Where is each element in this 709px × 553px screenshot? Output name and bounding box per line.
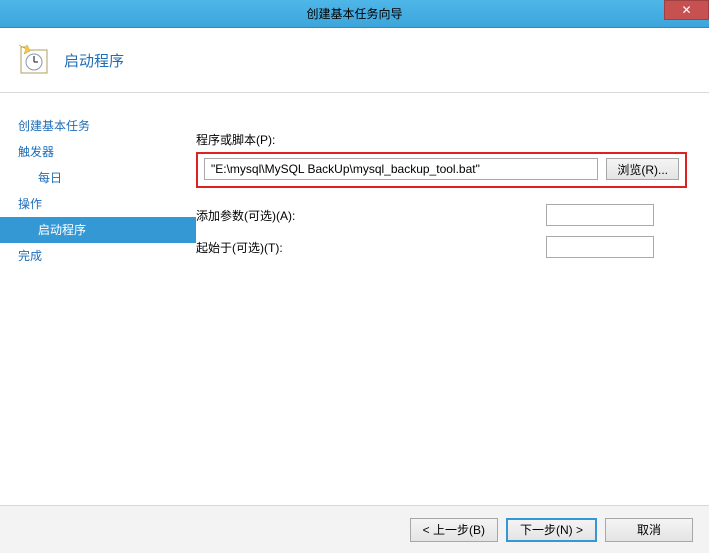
script-label: 程序或脚本(P): [196, 131, 687, 148]
window-title: 创建基本任务向导 [306, 5, 402, 22]
wizard-header: 启动程序 [0, 28, 709, 93]
back-button[interactable]: < 上一步(B) [410, 518, 498, 542]
browse-button[interactable]: 浏览(R)... [606, 158, 679, 180]
wizard-footer: < 上一步(B) 下一步(N) > 取消 [0, 505, 709, 553]
page-title: 启动程序 [64, 50, 124, 71]
args-label: 添加参数(可选)(A): [196, 207, 546, 224]
next-button[interactable]: 下一步(N) > [506, 518, 597, 542]
startin-label: 起始于(可选)(T): [196, 239, 546, 256]
wizard-content: 程序或脚本(P): 浏览(R)... 添加参数(可选)(A): 起始于(可选)(… [196, 93, 709, 505]
wizard-window: 创建基本任务向导 ✕ 启动程序 创建基本任务 触发器 每日 操作 启动程序 完成 [0, 0, 709, 553]
sidebar-item-trigger[interactable]: 触发器 [0, 139, 196, 165]
titlebar: 创建基本任务向导 ✕ [0, 0, 709, 28]
sidebar-item-finish[interactable]: 完成 [0, 243, 196, 269]
close-button[interactable]: ✕ [664, 0, 709, 20]
sidebar-item-action[interactable]: 操作 [0, 191, 196, 217]
close-icon: ✕ [681, 3, 691, 17]
sidebar-item-daily[interactable]: 每日 [0, 165, 196, 191]
start-program-icon [18, 44, 50, 76]
sidebar-item-create-task[interactable]: 创建基本任务 [0, 113, 196, 139]
script-input[interactable] [204, 158, 598, 180]
wizard-body: 创建基本任务 触发器 每日 操作 启动程序 完成 程序或脚本(P): 浏览(R)… [0, 93, 709, 505]
highlight-annotation: 浏览(R)... [196, 152, 687, 188]
sidebar-item-start-program[interactable]: 启动程序 [0, 217, 196, 243]
args-input[interactable] [546, 204, 654, 226]
cancel-button[interactable]: 取消 [605, 518, 693, 542]
startin-input[interactable] [546, 236, 654, 258]
wizard-steps-sidebar: 创建基本任务 触发器 每日 操作 启动程序 完成 [0, 93, 196, 505]
